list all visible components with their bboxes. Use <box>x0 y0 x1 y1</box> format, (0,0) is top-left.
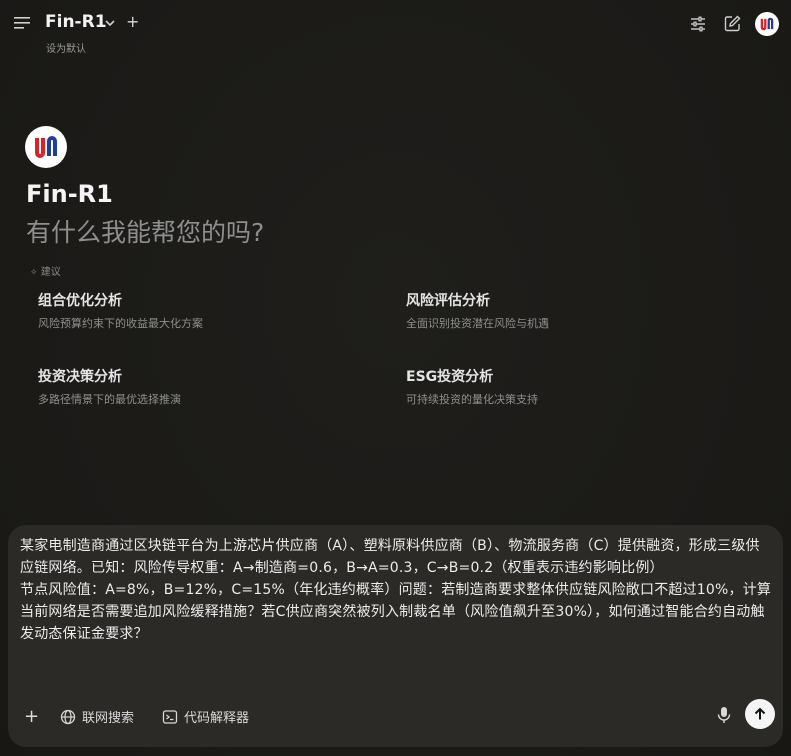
web-search-toggle[interactable]: 联网搜索 <box>60 707 134 726</box>
suggestion-card[interactable]: 组合优化分析 风险预算约束下的收益最大化方案 <box>38 290 378 331</box>
code-interpreter-label: 代码解释器 <box>184 711 250 726</box>
settings-sliders-icon[interactable] <box>690 16 706 32</box>
suggestion-card[interactable]: ESG投资分析 可持续投资的量化决策支持 <box>406 366 746 407</box>
fin-r1-logo-icon <box>26 127 66 167</box>
attach-button[interactable]: + <box>24 708 39 726</box>
suggestion-title: 组合优化分析 <box>38 293 122 309</box>
suggestion-card[interactable]: 投资决策分析 多路径情景下的最优选择推演 <box>38 366 378 407</box>
model-selector[interactable]: Fin-R1 <box>45 12 107 32</box>
assistant-name: Fin-R1 <box>26 180 113 208</box>
suggestion-card[interactable]: 风险评估分析 全面识别投资潜在风险与机遇 <box>406 290 746 331</box>
greeting-text: 有什么我能帮您的吗? <box>26 218 265 247</box>
user-avatar[interactable] <box>755 12 779 36</box>
message-input[interactable]: 某家电制造商通过区块链平台为上游芯片供应商（A）、塑料原料供应商（B）、物流服务… <box>20 535 772 645</box>
set-default-link[interactable]: 设为默认 <box>46 40 86 55</box>
suggestion-desc: 全面识别投资潜在风险与机遇 <box>406 317 549 330</box>
suggestion-desc: 风险预算约束下的收益最大化方案 <box>38 317 203 330</box>
arrow-up-icon <box>754 707 766 720</box>
assistant-logo <box>25 126 67 168</box>
suggestions-label: ✧ 建议 <box>30 267 61 278</box>
menu-icon[interactable] <box>14 16 30 30</box>
chevron-down-icon[interactable] <box>104 17 116 29</box>
web-search-label: 联网搜索 <box>82 711 135 726</box>
suggestion-desc: 多路径情景下的最优选择推演 <box>38 393 181 406</box>
new-chat-edit-icon[interactable] <box>724 15 741 32</box>
fin-r1-logo-icon <box>755 12 779 36</box>
suggestion-desc: 可持续投资的量化决策支持 <box>406 393 538 406</box>
suggestion-title: ESG投资分析 <box>406 369 494 385</box>
chat-page: Fin-R1 + 设为默认 Fin-R1 有什么我能帮您的吗? ✧ 建议 组合优… <box>0 0 791 756</box>
terminal-icon <box>162 709 178 724</box>
globe-icon <box>60 709 76 724</box>
message-composer: 某家电制造商通过区块链平台为上游芯片供应商（A）、塑料原料供应商（B）、物流服务… <box>8 525 783 747</box>
sparkle-icon: ✧ <box>30 268 38 278</box>
code-interpreter-toggle[interactable]: 代码解释器 <box>162 707 249 726</box>
add-model-button[interactable]: + <box>126 14 139 30</box>
microphone-icon[interactable] <box>717 706 731 724</box>
send-button[interactable] <box>745 699 775 729</box>
suggestion-title: 风险评估分析 <box>406 293 490 309</box>
suggestion-title: 投资决策分析 <box>38 369 122 385</box>
